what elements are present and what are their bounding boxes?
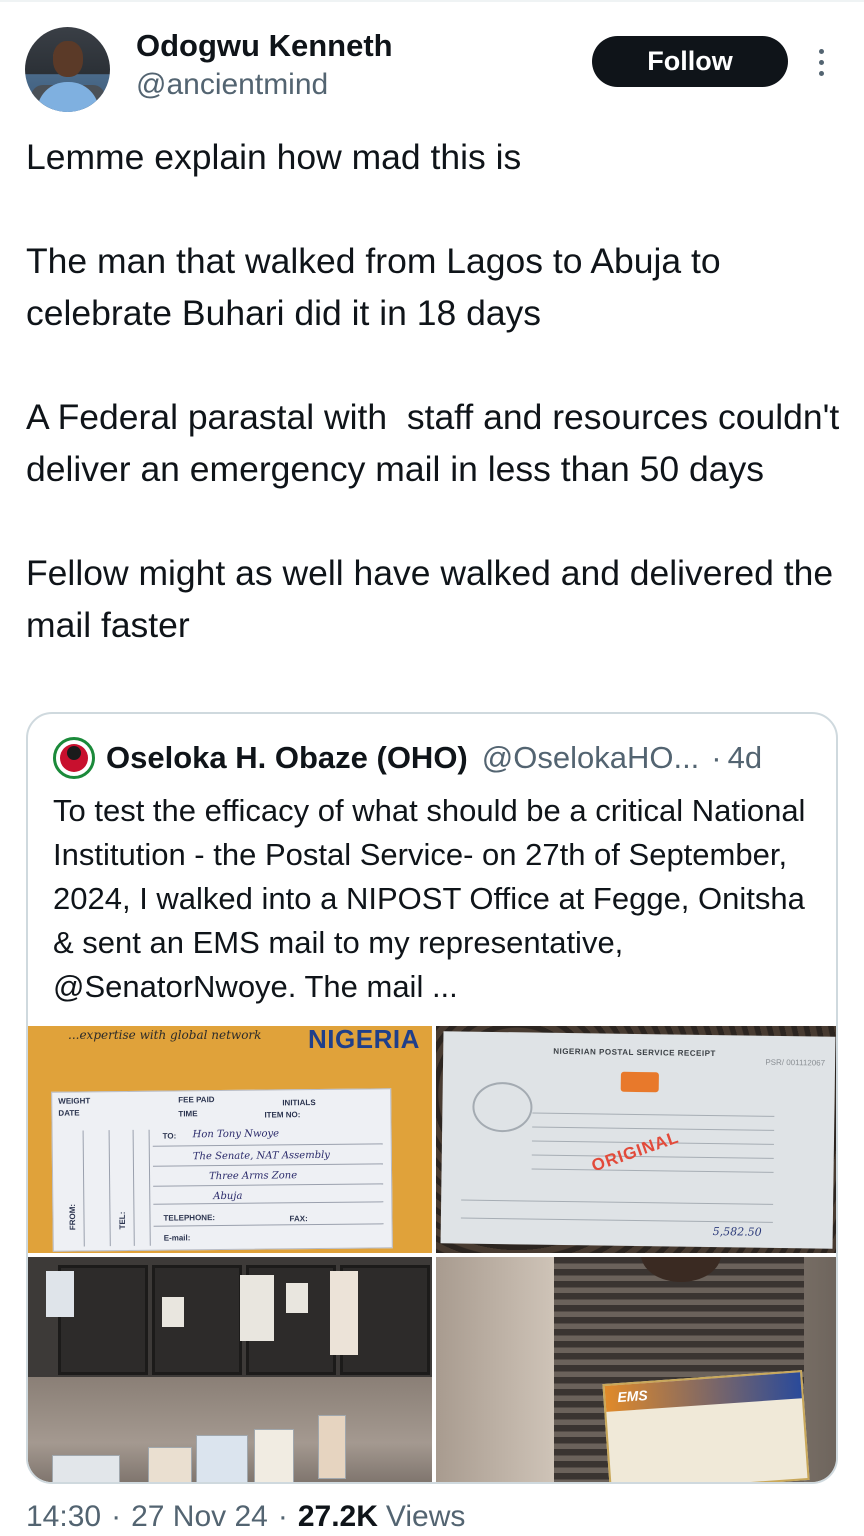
author-handle[interactable]: @ancientmind: [136, 68, 328, 102]
author-avatar[interactable]: [25, 27, 110, 112]
label-field: DATE: [58, 1108, 80, 1118]
tweet-meta: 14:30 · 27 Nov 24 · 27.2K Views: [26, 1500, 465, 1534]
quoted-author-handle[interactable]: @OselokaHO...: [482, 740, 700, 776]
label-field: FEE PAID: [178, 1095, 215, 1105]
views-label: Views: [385, 1500, 466, 1533]
ems-label: EMS: [616, 1387, 649, 1406]
more-vertical-icon[interactable]: [808, 40, 834, 84]
handwritten-address: Three Arms Zone: [209, 1170, 298, 1183]
tweet-paragraph: A Federal parastal with staff and resour…: [26, 397, 850, 489]
label-field: FAX:: [289, 1214, 308, 1224]
quoted-tweet-card[interactable]: Oseloka H. Obaze (OHO) @OselokaHO... · 4…: [26, 712, 838, 1484]
tweet-paragraph: The man that walked from Lagos to Abuja …: [26, 241, 731, 333]
post-office-counter-photo[interactable]: [28, 1257, 432, 1482]
label-field: ITEM NO:: [264, 1110, 301, 1120]
quoted-tweet-header: Oseloka H. Obaze (OHO) @OselokaHO... · 4…: [106, 740, 762, 776]
envelope-tagline: ...expertise with global network: [68, 1028, 262, 1042]
views-count[interactable]: 27.2K: [298, 1500, 378, 1534]
handwritten-address: Abuja: [213, 1190, 243, 1203]
label-field: E-mail:: [163, 1233, 191, 1243]
address-label: WEIGHT DATE FEE PAID TIME INITIALS ITEM …: [51, 1088, 393, 1252]
receipt-amount: 5,582.50: [712, 1225, 762, 1239]
top-divider: [0, 0, 864, 2]
label-field: TO:: [162, 1131, 177, 1141]
header-separator: ·: [711, 740, 722, 775]
tweet-paragraph: Fellow might as well have walked and del…: [26, 553, 843, 645]
label-field: TEL:: [117, 1211, 128, 1230]
quoted-author-avatar[interactable]: [53, 737, 95, 779]
envelope-photo[interactable]: ...expertise with global network NIGERIA…: [28, 1026, 432, 1253]
handwritten-address: Hon Tony Nwoye: [192, 1128, 280, 1141]
envelope-brand: NIGERIA: [308, 1026, 420, 1054]
meta-separator: ·: [111, 1500, 122, 1533]
meta-separator: ·: [277, 1500, 288, 1533]
media-grid: ...expertise with global network NIGERIA…: [28, 1026, 836, 1482]
label-field: FROM:: [67, 1203, 78, 1231]
handwritten-address: The Senate, NAT Assembly: [192, 1149, 331, 1163]
tweet-paragraph: Lemme explain how mad this is: [26, 137, 522, 177]
ems-package: EMS: [602, 1370, 810, 1482]
follow-button[interactable]: Follow: [592, 36, 788, 87]
quoted-tweet-time[interactable]: 4d: [728, 740, 762, 776]
quoted-author-name[interactable]: Oseloka H. Obaze (OHO): [106, 740, 468, 776]
label-field: WEIGHT: [58, 1096, 91, 1106]
label-field: INITIALS: [282, 1098, 316, 1108]
label-field: TELEPHONE:: [163, 1213, 216, 1223]
postmark-stamp: [472, 1081, 533, 1133]
tweet-date[interactable]: 27 Nov 24: [131, 1500, 268, 1534]
nipost-logo: [620, 1071, 659, 1093]
tweet-text: Lemme explain how mad this is The man th…: [26, 131, 844, 651]
receipt-title: NIGERIAN POSTAL SERVICE RECEIPT: [553, 1046, 716, 1059]
postal-receipt: NIGERIAN POSTAL SERVICE RECEIPT PSR/ 001…: [440, 1031, 836, 1249]
author-display-name[interactable]: Odogwu Kenneth: [136, 28, 393, 64]
ems-package-photo[interactable]: EMS: [436, 1257, 836, 1482]
tweet-time[interactable]: 14:30: [26, 1500, 101, 1534]
label-field: TIME: [178, 1109, 198, 1119]
quoted-tweet-text: To test the efficacy of what should be a…: [53, 793, 806, 1004]
receipt-photo[interactable]: NIGERIAN POSTAL SERVICE RECEIPT PSR/ 001…: [436, 1026, 836, 1253]
receipt-number: PSR/ 001112067: [765, 1057, 826, 1068]
